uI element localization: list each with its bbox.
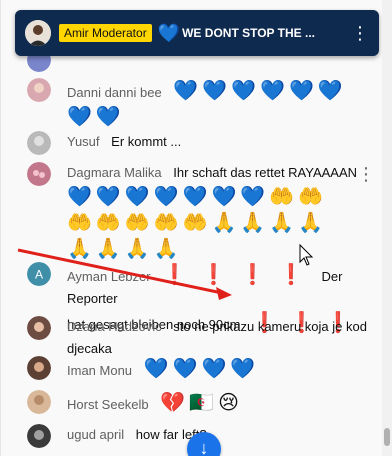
heart-emoji: 💙: [157, 22, 181, 43]
chat-message: Horst Seekelb 💔🇩🇿😢: [27, 390, 367, 416]
exclamation-emojis: ❗❗❗❗: [162, 264, 318, 286]
author-name[interactable]: ugud april: [67, 427, 124, 442]
author-name[interactable]: Iman Monu: [67, 363, 132, 378]
author-name[interactable]: Dzana Hadzovic: [67, 319, 162, 334]
message-emojis: 💙💙💙💙: [143, 358, 260, 380]
moderator-avatar: [25, 20, 51, 46]
live-chat-panel: Amir Moderator 💙 WE DONT STOP THE ... ⋮ …: [0, 0, 382, 456]
scrollbar[interactable]: [382, 0, 392, 456]
message-emojis: 🙏🙏🙏🙏: [67, 238, 183, 260]
message-emojis: 💙💙💙💙💙💙: [173, 80, 347, 102]
message-text-line2: djecaka: [67, 341, 112, 356]
moderator-badge: Amir Moderator: [59, 24, 152, 42]
chat-message: Danni danni bee 💙💙💙💙💙💙 💙💙: [27, 78, 367, 130]
message-text: Ihr schaft das rettet RAYAAAAN: [173, 165, 358, 180]
avatar: [27, 316, 51, 340]
message-emojis: 💙💙: [67, 106, 125, 128]
chat-message: Yusuf Er kommt ...: [27, 131, 367, 155]
scrollbar-thumb[interactable]: [384, 428, 390, 446]
author-name[interactable]: Yusuf: [67, 134, 100, 149]
avatar: [27, 356, 51, 380]
chat-message: Dzana Hadzovic sto ne prikazu kameru koj…: [27, 316, 367, 360]
avatar: A: [27, 262, 51, 286]
message-emojis: 💔🇩🇿😢: [160, 392, 243, 414]
message-text: sto ne prikazu kameru koja je kod: [173, 319, 367, 334]
avatar: [27, 424, 51, 448]
avatar-initial: A: [35, 268, 43, 282]
chat-message: Iman Monu 💙💙💙💙: [27, 356, 367, 382]
arrow-down-icon: ↓: [199, 438, 209, 456]
message-emojis: 💙💙💙💙💙💙💙🤲🤲: [67, 186, 328, 208]
message-menu-icon[interactable]: ⋮: [357, 164, 375, 185]
author-name[interactable]: Dagmara Malika: [67, 165, 162, 180]
avatar: [27, 131, 51, 155]
author-name[interactable]: Ayman Lebzer: [67, 269, 151, 284]
avatar: [27, 78, 51, 102]
author-name[interactable]: Danni danni bee: [67, 85, 162, 100]
chat-message: Dagmara Malika Ihr schaft das rettet RAY…: [27, 162, 375, 262]
message-text: Er kommt ...: [111, 134, 182, 149]
pinned-message-text: WE DONT STOP THE ...: [182, 26, 316, 40]
avatar: [27, 162, 51, 186]
author-name[interactable]: Horst Seekelb: [67, 397, 149, 412]
avatar: [27, 390, 51, 414]
pinned-menu-icon[interactable]: ⋮: [351, 23, 369, 44]
message-emojis: 🤲🤲🤲🤲🤲🙏🙏🙏🙏: [67, 212, 328, 234]
pinned-message-banner[interactable]: Amir Moderator 💙 WE DONT STOP THE ... ⋮: [15, 10, 379, 56]
